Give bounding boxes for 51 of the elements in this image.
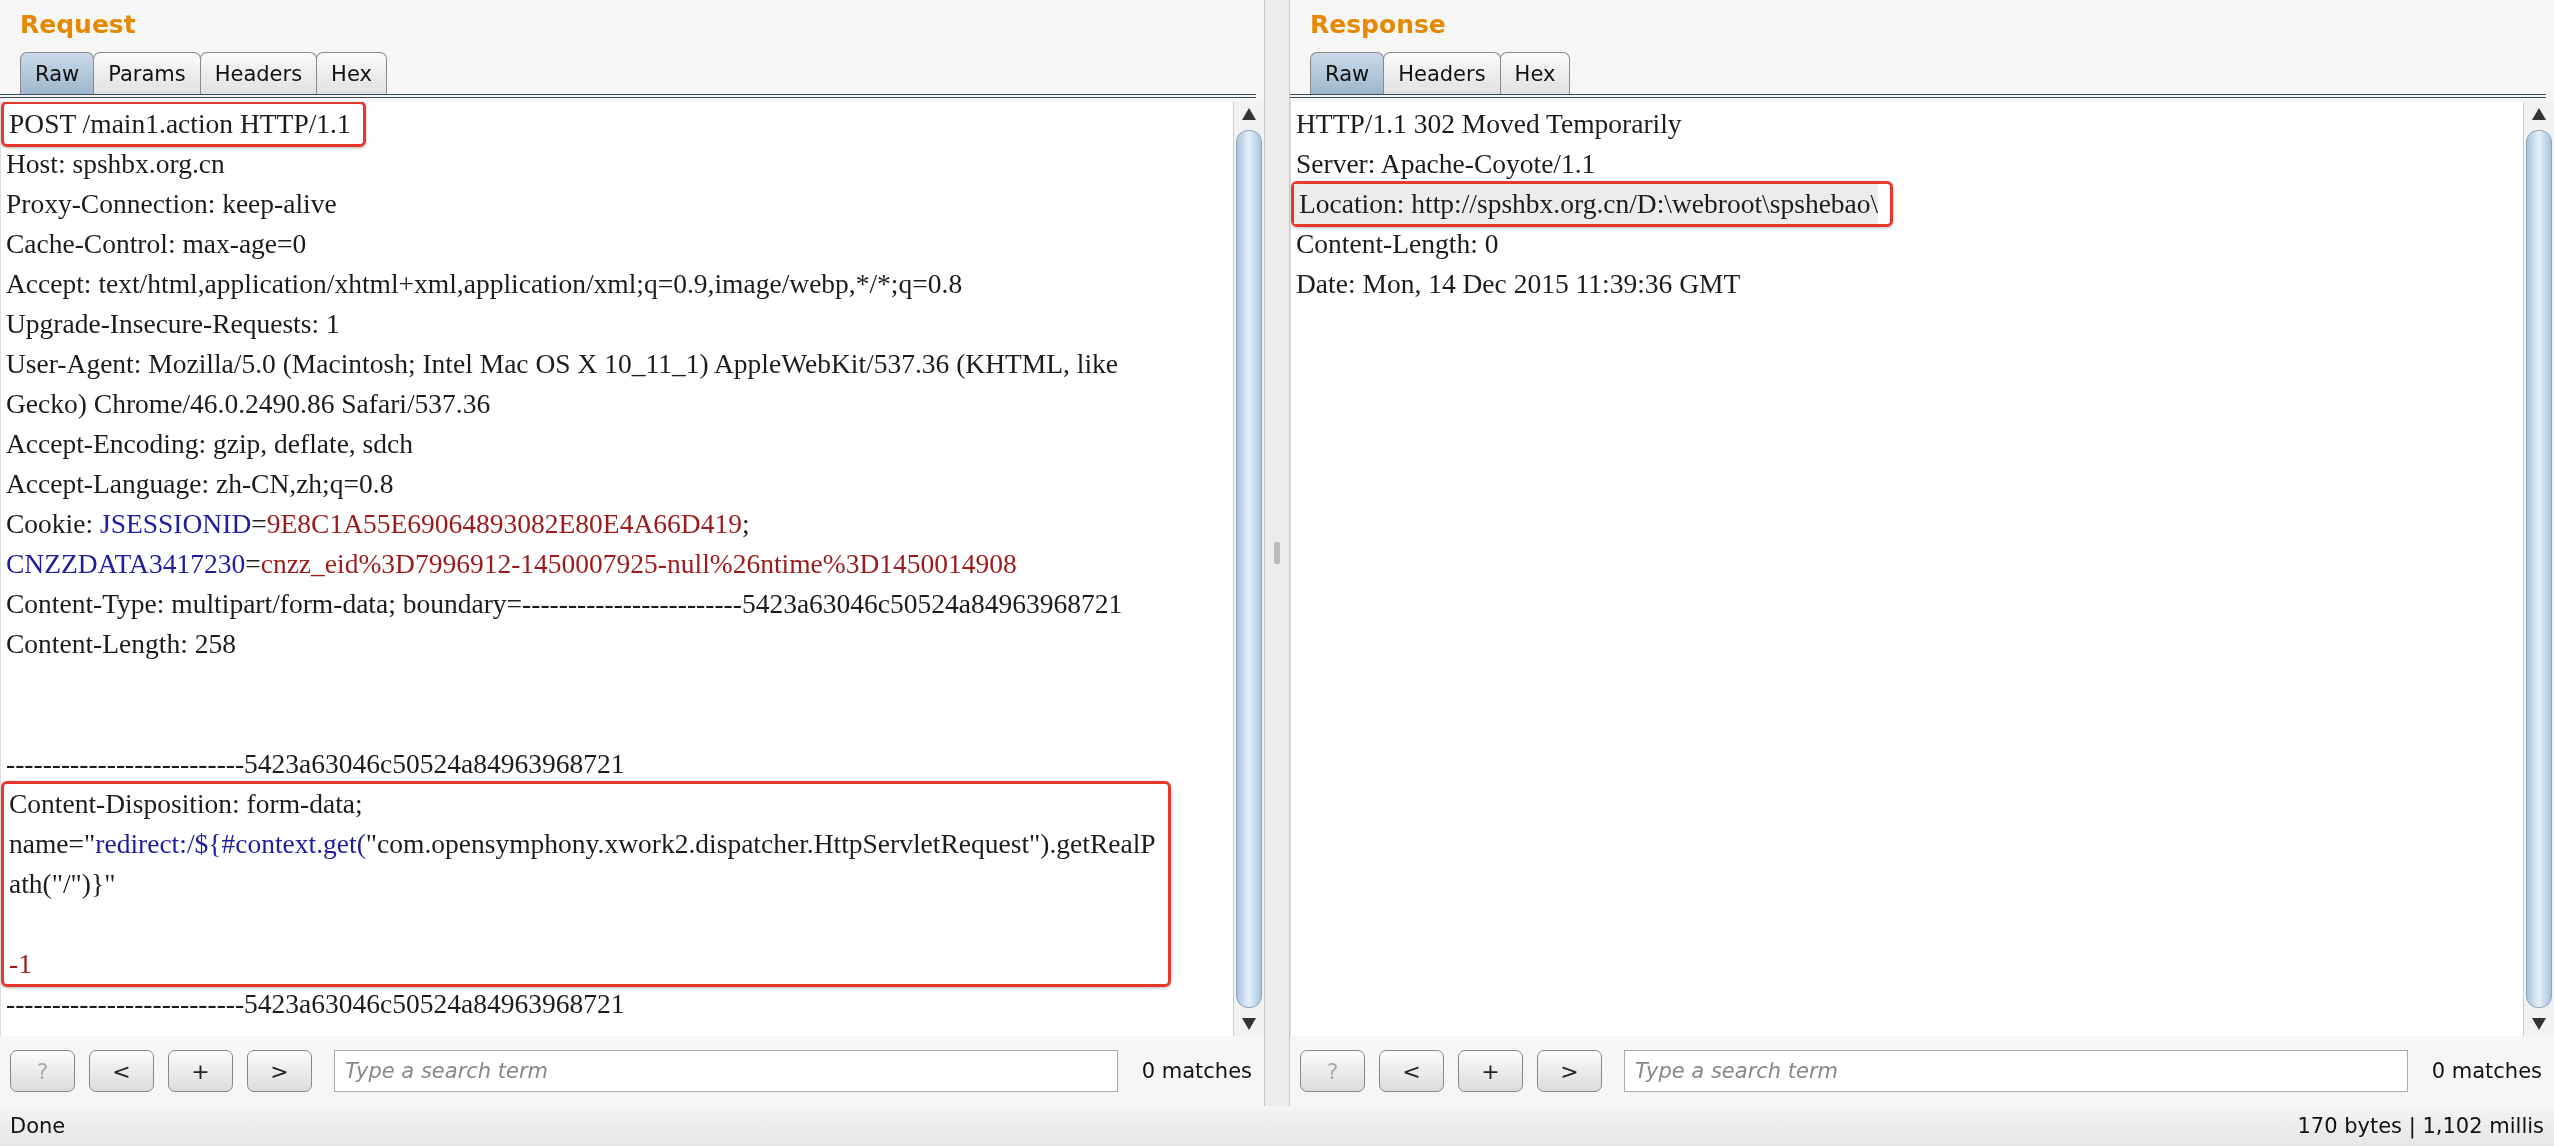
code-line: Content-Length: 258 [5,627,237,661]
tab[interactable]: Hex [316,52,387,94]
panel-title: Request [19,8,137,41]
status-text: Done [10,1114,66,1138]
scrollbar[interactable] [1233,102,1264,1036]
search-nav-button[interactable]: > [247,1050,312,1092]
search-nav-button[interactable]: < [1379,1050,1444,1092]
code-line: Content-Type: multipart/form-data; boundary=------------------------5423a63046c50524a84963968721 [5,587,1124,621]
scroll-up-arrow-icon[interactable] [2532,108,2546,120]
status-text: 170 bytes | 1,102 millis [2297,1114,2544,1138]
scroll-down-arrow-icon[interactable] [2532,1018,2546,1030]
scrollbar[interactable] [2523,102,2554,1036]
match-count: 0 matches [2430,1059,2543,1083]
code-line: Date: Mon, 14 Dec 2015 11:39:36 GMT [1295,267,1742,301]
code-line: Content-Length: 0 [1295,227,1500,261]
code-line: Proxy-Connection: keep-alive [5,187,338,221]
panel-title: Response [1309,8,1447,41]
tab[interactable]: Headers [199,52,318,94]
tab[interactable]: Hex [1499,52,1571,94]
code-line: Accept-Encoding: gzip, deflate, sdch [5,427,414,461]
search-field[interactable]: Type a search term [334,1050,1118,1092]
code-line: Accept-Language: zh-CN,zh;q=0.8 [5,467,395,501]
scroll-down-arrow-icon[interactable] [1242,1018,1256,1030]
code-line: CNZZDATA3417230=cnzz_eid%3D7996912-1450007925-null%26ntime%3D1450014908 [5,547,1018,581]
tab[interactable]: Params [93,52,201,94]
code-line: ath("/")}" [8,867,117,901]
code-line: Server: Apache-Coyote/1.1 [1295,147,1597,181]
code-line: Cookie: JSESSIONID=9E8C1A55E69064893082E80E4A66D419; [5,507,751,541]
search-nav-button[interactable]: < [89,1050,154,1092]
code-line: Cache-Control: max-age=0 [5,227,308,261]
search-nav-button[interactable]: > [1537,1050,1602,1092]
code-line: --------------------------5423a63046c50524a84963968721 [5,747,626,781]
code-line: -1 [8,947,33,981]
code-line: Upgrade-Insecure-Requests: 1 [5,307,341,341]
match-count: 0 matches [1140,1059,1253,1083]
code-line: Content-Disposition: form-data; [8,787,364,821]
code-line: User-Agent: Mozilla/5.0 (Macintosh; Intel Mac OS X 10_11_1) AppleWebKit/537.36 (KHTML, like [5,347,1120,381]
search-field[interactable]: Type a search term [1624,1050,2408,1092]
code-line: Accept: text/html,application/xhtml+xml,application/xml;q=0.9,image/webp,*/*;q=0.8 [5,267,964,301]
search-nav-button[interactable]: + [1458,1050,1523,1092]
tab[interactable]: Raw [20,52,95,94]
code-line: Host: spshbx.org.cn [5,147,226,181]
code-line: Gecko) Chrome/46.0.2490.86 Safari/537.36 [5,387,492,421]
tab[interactable]: Raw [1310,52,1385,94]
code-line: HTTP/1.1 302 Moved Temporarily [1295,107,1683,141]
code-line: name="redirect:/${#context.get("com.opensymphony.xwork2.dispatcher.HttpServletRequest").getRealP [8,827,1156,861]
code-line: POST /main1.action HTTP/1.1 [8,107,351,141]
tab[interactable]: Headers [1383,52,1501,94]
scroll-up-arrow-icon[interactable] [1242,108,1256,120]
code-line: --------------------------5423a63046c50524a84963968721 [5,987,626,1021]
search-nav-button[interactable]: + [168,1050,233,1092]
